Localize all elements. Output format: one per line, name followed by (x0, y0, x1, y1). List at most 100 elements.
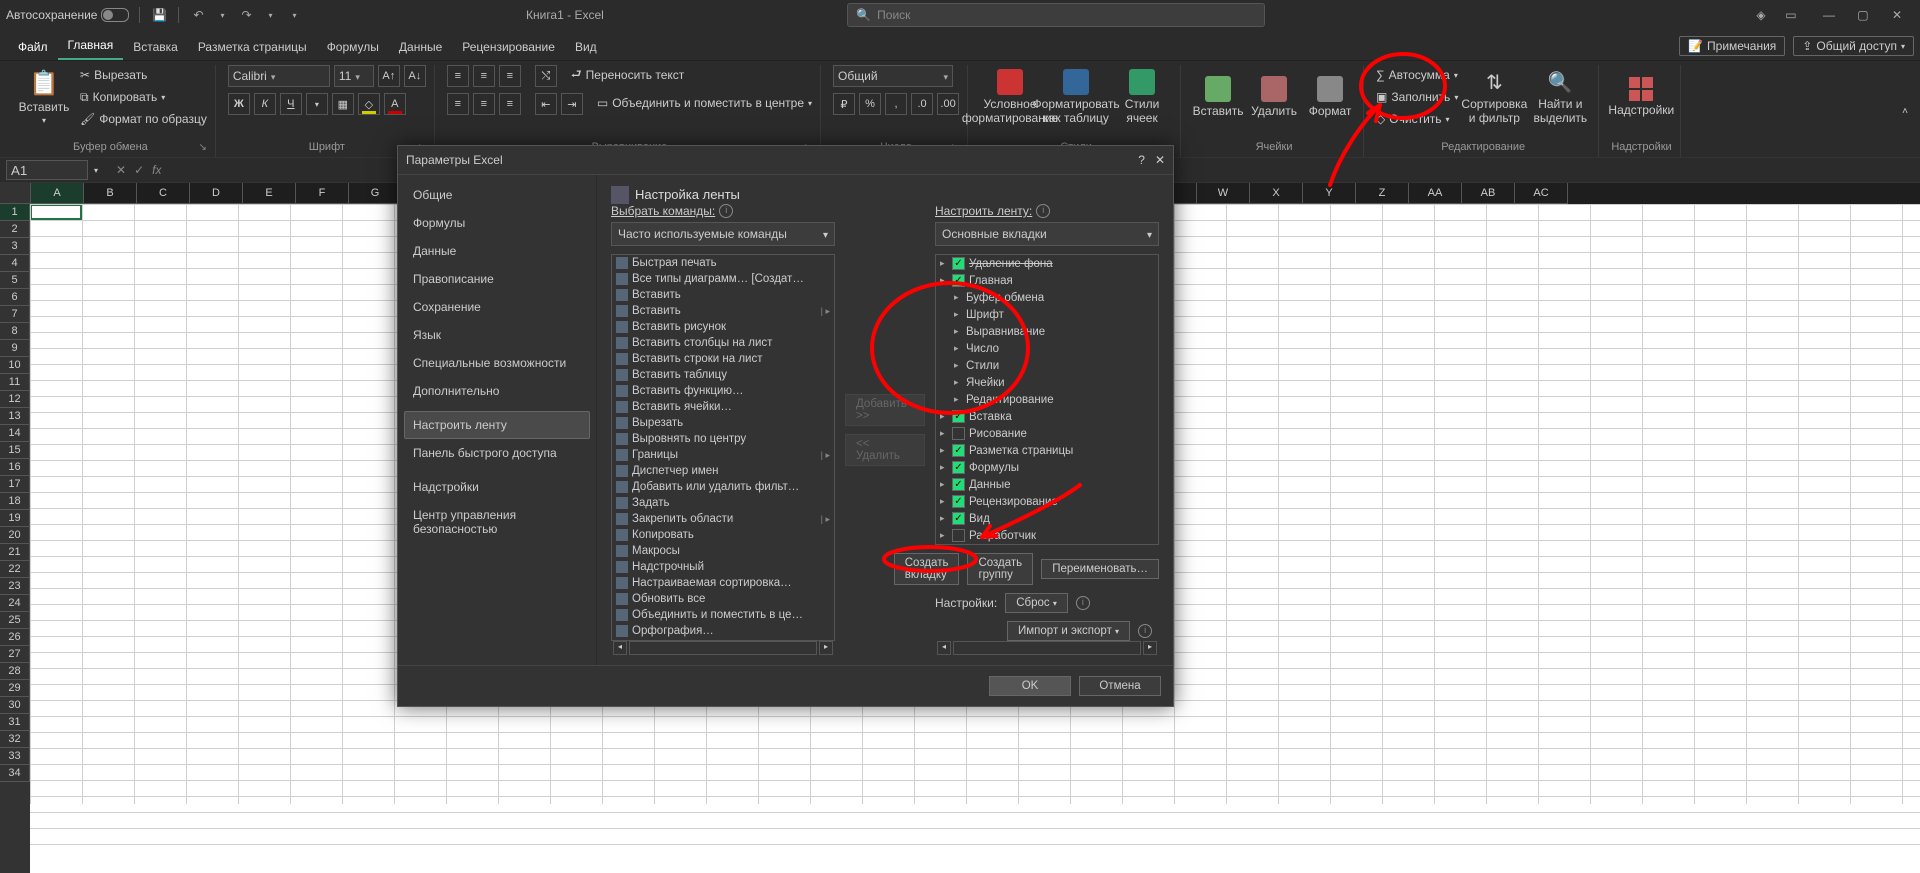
strike-button[interactable]: ▾ (306, 93, 328, 115)
sort-filter-button[interactable]: ⇅Сортировка и фильтр (1464, 65, 1524, 129)
command-item[interactable]: Обновить все (612, 591, 834, 607)
cat-addins[interactable]: Надстройки (404, 473, 590, 501)
command-item[interactable]: Границы| ▸ (612, 447, 834, 463)
tab-home[interactable]: Главная (58, 32, 124, 60)
expand-icon[interactable]: ▸ (940, 462, 948, 473)
borders-button[interactable]: ▦ (332, 93, 354, 115)
cat-advanced[interactable]: Дополнительно (404, 377, 590, 405)
toggle-off-icon[interactable] (101, 8, 129, 22)
row-header[interactable]: 25 (0, 612, 30, 629)
font-name-combo[interactable]: Calibri (228, 65, 330, 87)
column-header[interactable]: Y (1303, 183, 1356, 204)
ok-button[interactable]: OK (989, 676, 1071, 696)
close-button[interactable]: ✕ (1880, 0, 1914, 30)
paste-button[interactable]: 📋 Вставить ▾ (14, 65, 74, 129)
row-header[interactable]: 4 (0, 255, 30, 272)
new-tab-button[interactable]: Создать вкладку (894, 553, 960, 585)
scroll-left-icon[interactable]: ◂ (937, 641, 951, 655)
share-button[interactable]: ⇪ Общий доступ ▾ (1793, 36, 1914, 56)
expand-icon[interactable]: ▸ (940, 258, 948, 269)
cat-language[interactable]: Язык (404, 321, 590, 349)
row-header[interactable]: 32 (0, 731, 30, 748)
command-item[interactable]: Настраиваемая сортировка… (612, 575, 834, 591)
maximize-button[interactable]: ▢ (1846, 0, 1880, 30)
expand-icon[interactable]: ▸ (940, 513, 948, 524)
command-item[interactable]: Вставить (612, 287, 834, 303)
row-header[interactable]: 23 (0, 578, 30, 595)
save-icon[interactable]: 💾 (150, 6, 168, 24)
format-cells-button[interactable]: Формат (1305, 65, 1355, 129)
checkbox[interactable]: ✓ (952, 512, 965, 525)
remove-button[interactable]: << Удалить (845, 434, 925, 466)
expand-icon[interactable]: ▸ (954, 360, 962, 371)
scroll-left-icon[interactable]: ◂ (613, 641, 627, 655)
tree-item[interactable]: ▸Разработчик (936, 527, 1158, 544)
column-header[interactable]: B (84, 183, 137, 204)
row-header[interactable]: 1 (0, 204, 30, 221)
row-header[interactable]: 11 (0, 374, 30, 391)
confirm-edit-icon[interactable]: ✓ (134, 163, 144, 177)
fill-button[interactable]: ▣ Заполнить ▾ (1376, 87, 1458, 107)
cat-accessibility[interactable]: Специальные возможности (404, 349, 590, 377)
tree-item[interactable]: ▸✓Рецензирование (936, 493, 1158, 510)
orientation-button[interactable]: ⤭ (535, 65, 557, 87)
tree-item[interactable]: ▸Буфер обмена (936, 289, 1158, 306)
column-header[interactable]: AA (1409, 183, 1462, 204)
copy-button[interactable]: ⧉Копировать ▾ (80, 87, 207, 107)
merge-center-button[interactable]: ▭ Объединить и поместить в центре ▾ (597, 93, 812, 113)
new-group-button[interactable]: Создать группу (967, 553, 1033, 585)
command-item[interactable]: Надстрочный (612, 559, 834, 575)
increase-indent-button[interactable]: ⇥ (561, 93, 583, 115)
tab-insert[interactable]: Вставка (123, 34, 188, 60)
checkbox[interactable]: ✓ (952, 478, 965, 491)
row-header[interactable]: 30 (0, 697, 30, 714)
tree-item[interactable]: ▸✓Разметка страницы (936, 442, 1158, 459)
underline-button[interactable]: Ч (280, 93, 302, 115)
customize-ribbon-combo[interactable]: Основные вкладки (935, 222, 1159, 246)
format-as-table-button[interactable]: Форматировать как таблицу (1046, 65, 1106, 129)
checkbox[interactable]: ✓ (952, 444, 965, 457)
row-header[interactable]: 31 (0, 714, 30, 731)
tab-file[interactable]: Файл (8, 34, 58, 60)
wrap-text-button[interactable]: ⮐ Переносить текст (571, 65, 684, 85)
choose-commands-combo[interactable]: Часто используемые команды (611, 222, 835, 246)
row-header[interactable]: 2 (0, 221, 30, 238)
format-painter-button[interactable]: 🖌Формат по образцу (80, 109, 207, 129)
align-center-button[interactable]: ≡ (473, 93, 495, 115)
horizontal-scrollbar[interactable]: ◂ ▸ (935, 641, 1159, 655)
command-item[interactable]: Вставить таблицу (612, 367, 834, 383)
chevron-down-icon[interactable]: ▾ (213, 6, 231, 24)
command-item[interactable]: Объединить и поместить в це… (612, 607, 834, 623)
checkbox[interactable] (952, 427, 965, 440)
tab-formulas[interactable]: Формулы (317, 34, 389, 60)
command-item[interactable]: Закрепить области| ▸ (612, 511, 834, 527)
clear-button[interactable]: ◇ Очистить ▾ (1376, 109, 1458, 129)
row-header[interactable]: 10 (0, 357, 30, 374)
tree-item[interactable]: ▸✓Удаление фона (936, 255, 1158, 272)
row-header[interactable]: 7 (0, 306, 30, 323)
expand-icon[interactable]: ▸ (940, 428, 948, 439)
tab-layout[interactable]: Разметка страницы (188, 34, 317, 60)
cancel-button[interactable]: Отмена (1079, 676, 1161, 696)
align-left-button[interactable]: ≡ (447, 93, 469, 115)
row-header[interactable]: 17 (0, 476, 30, 493)
select-all-triangle[interactable] (0, 183, 31, 204)
undo-icon[interactable]: ↶ (189, 6, 207, 24)
tree-item[interactable]: ▸✓Вид (936, 510, 1158, 527)
checkbox[interactable] (952, 529, 965, 542)
tree-item[interactable]: ▸✓Данные (936, 476, 1158, 493)
command-item[interactable]: Задать (612, 495, 834, 511)
command-item[interactable]: Добавить или удалить фильт… (612, 479, 834, 495)
tree-item[interactable]: ▸✓Главная (936, 272, 1158, 289)
command-item[interactable]: Вставить функцию… (612, 383, 834, 399)
tree-item[interactable]: ▸Надстройки (936, 544, 1158, 545)
info-icon[interactable]: i (1138, 624, 1152, 638)
find-select-button[interactable]: 🔍Найти и выделить (1530, 65, 1590, 129)
align-right-button[interactable]: ≡ (499, 93, 521, 115)
checkbox[interactable]: ✓ (952, 274, 965, 287)
fill-color-button[interactable]: ◇ (358, 93, 380, 115)
command-item[interactable]: Быстрая печать (612, 255, 834, 271)
align-top-button[interactable]: ≡ (447, 65, 469, 87)
row-header[interactable]: 5 (0, 272, 30, 289)
bold-button[interactable]: Ж (228, 93, 250, 115)
